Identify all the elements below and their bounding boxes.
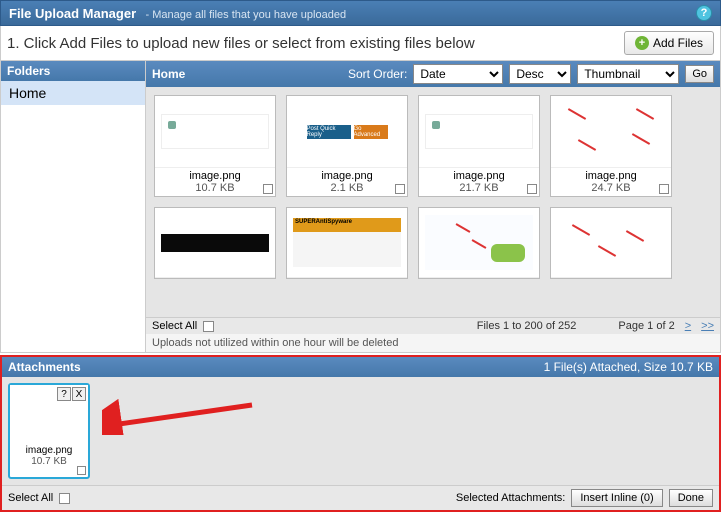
home-header: Home Sort Order: Date Desc Thumbnail Go xyxy=(146,61,720,87)
sort-label: Sort Order: xyxy=(348,67,407,81)
thumb-checkbox[interactable] xyxy=(263,184,273,194)
thumbs-area: image.png 10.7 KB Post Quick ReplyGo Adv… xyxy=(146,87,720,317)
instruction-row: 1. Click Add Files to upload new files o… xyxy=(0,26,721,61)
thumb-preview xyxy=(551,208,671,278)
upload-expiry-note: Uploads not utilized within one hour wil… xyxy=(146,334,720,352)
thumb-preview: SUPERAntiSpyware xyxy=(287,208,407,278)
thumb-size: 21.7 KB xyxy=(419,182,539,196)
thumb-name: image.png xyxy=(419,168,539,182)
thumb-size: 24.7 KB xyxy=(551,182,671,196)
sort-dir-select[interactable]: Desc xyxy=(509,64,571,84)
thumb-preview: Post Quick ReplyGo Advanced xyxy=(287,96,407,168)
annotation-arrow xyxy=(102,395,262,435)
selected-attachments-label: Selected Attachments: xyxy=(456,492,565,504)
thumb-preview xyxy=(155,208,275,278)
attachment-help-button[interactable]: ? xyxy=(57,387,71,401)
main-area: Folders Home Home Sort Order: Date Desc … xyxy=(0,61,721,353)
select-all-checkbox[interactable] xyxy=(203,321,214,332)
thumb-item[interactable] xyxy=(418,207,540,279)
thumb-item[interactable] xyxy=(154,207,276,279)
attachment-name: image.png xyxy=(10,445,88,456)
thumb-checkbox[interactable] xyxy=(527,184,537,194)
thumbs-footer: Select All Files 1 to 200 of 252 Page 1 … xyxy=(146,317,720,334)
thumb-checkbox[interactable] xyxy=(395,184,405,194)
attachment-item[interactable]: ? X image.png 10.7 KB xyxy=(8,383,90,479)
add-files-label: Add Files xyxy=(653,36,703,50)
plus-icon: + xyxy=(635,36,649,50)
folders-header: Folders xyxy=(1,61,145,81)
sort-field-select[interactable]: Date xyxy=(413,64,503,84)
files-range: Files 1 to 200 of 252 xyxy=(477,320,577,332)
thumb-preview xyxy=(419,96,539,168)
thumb-item[interactable]: SUPERAntiSpyware xyxy=(286,207,408,279)
thumb-size: 2.1 KB xyxy=(287,182,407,196)
attachments-section: Attachments 1 File(s) Attached, Size 10.… xyxy=(0,355,721,512)
title-wrap: File Upload Manager - Manage all files t… xyxy=(9,6,346,21)
thumb-item[interactable]: image.png 10.7 KB xyxy=(154,95,276,197)
attachments-footer: Select All Selected Attachments: Insert … xyxy=(2,485,719,510)
thumb-preview xyxy=(551,96,671,168)
select-all-label: Select All xyxy=(152,320,197,332)
last-page[interactable]: >> xyxy=(701,320,714,332)
attach-select-all-checkbox[interactable] xyxy=(59,493,70,504)
thumb-preview xyxy=(419,208,539,278)
thumb-name: image.png xyxy=(287,168,407,182)
attachment-checkbox[interactable] xyxy=(77,466,86,475)
folders-panel: Folders Home xyxy=(1,61,146,352)
attachments-summary: 1 File(s) Attached, Size 10.7 KB xyxy=(544,360,713,374)
thumb-preview xyxy=(155,96,275,168)
thumb-item[interactable]: image.png 21.7 KB xyxy=(418,95,540,197)
page-text: Page 1 of 2 xyxy=(618,320,674,332)
thumb-name: image.png xyxy=(551,168,671,182)
home-title: Home xyxy=(152,67,342,81)
attachments-body: ? X image.png 10.7 KB xyxy=(2,377,719,485)
thumb-item[interactable] xyxy=(550,207,672,279)
go-button[interactable]: Go xyxy=(685,65,714,83)
attachments-title: Attachments xyxy=(8,360,81,374)
next-page[interactable]: > xyxy=(685,320,691,332)
attachment-remove-button[interactable]: X xyxy=(72,387,86,401)
folder-item-home[interactable]: Home xyxy=(1,81,145,105)
insert-inline-button[interactable]: Insert Inline (0) xyxy=(571,489,662,507)
app-subtitle: - Manage all files that you have uploade… xyxy=(145,9,346,21)
attachment-controls: ? X xyxy=(57,387,86,401)
app-title: File Upload Manager xyxy=(9,6,136,21)
thumb-name: image.png xyxy=(155,168,275,182)
instruction-text: 1. Click Add Files to upload new files o… xyxy=(7,35,624,52)
title-bar: File Upload Manager - Manage all files t… xyxy=(0,0,721,26)
view-select[interactable]: Thumbnail xyxy=(577,64,679,84)
attachments-header: Attachments 1 File(s) Attached, Size 10.… xyxy=(2,357,719,377)
home-panel: Home Sort Order: Date Desc Thumbnail Go … xyxy=(146,61,720,352)
help-icon[interactable]: ? xyxy=(696,5,712,21)
attach-select-all-label: Select All xyxy=(8,492,53,504)
thumb-checkbox[interactable] xyxy=(659,184,669,194)
done-button[interactable]: Done xyxy=(669,489,713,507)
add-files-button[interactable]: + Add Files xyxy=(624,31,714,55)
thumb-item[interactable]: image.png 24.7 KB xyxy=(550,95,672,197)
thumb-size: 10.7 KB xyxy=(155,182,275,196)
thumb-item[interactable]: Post Quick ReplyGo Advanced image.png 2.… xyxy=(286,95,408,197)
